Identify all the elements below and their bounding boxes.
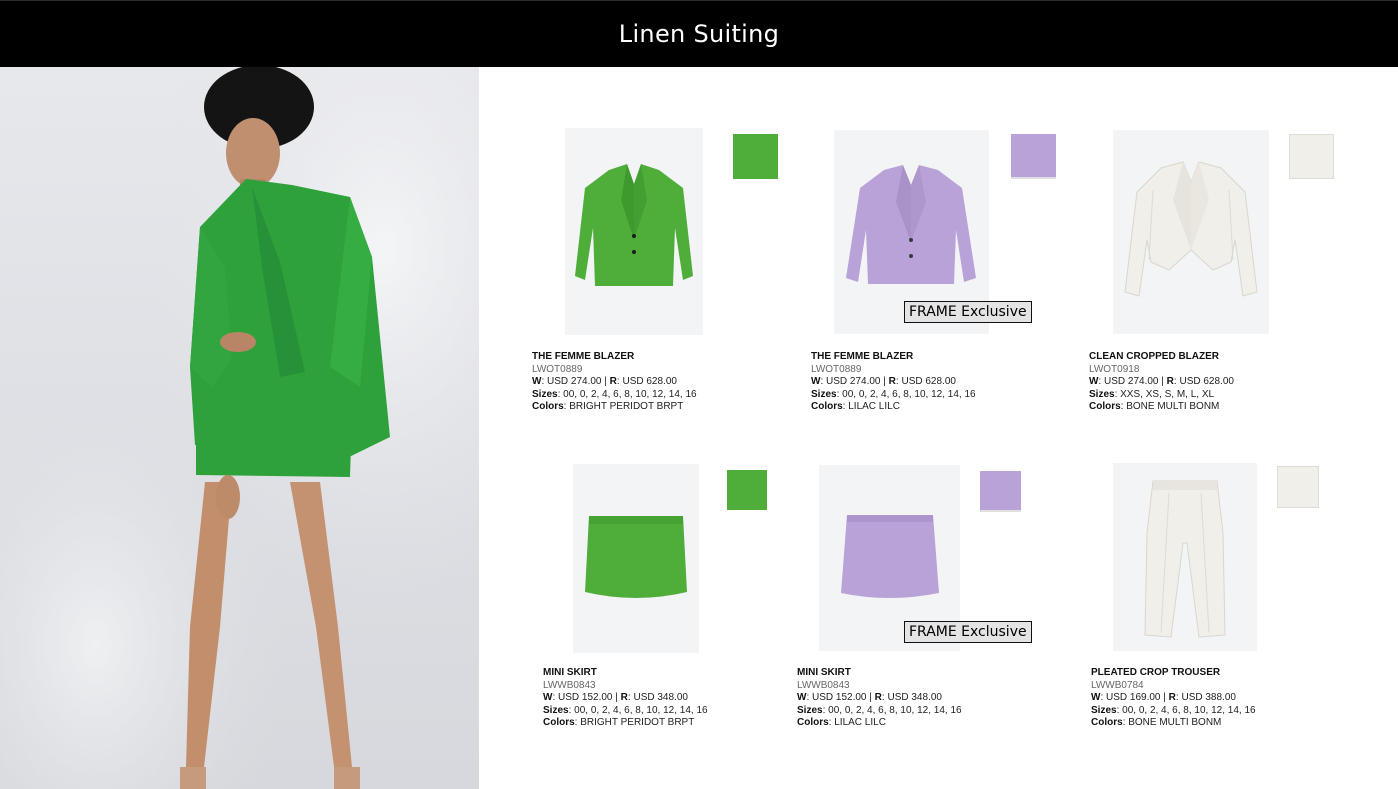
product-info: CLEAN CROPPED BLAZER LWOT0918 W: USD 274… [1089,351,1234,414]
product-name[interactable]: THE FEMME BLAZER [532,351,697,364]
hero-model-image [0,67,479,789]
product-sizes: Sizes: XXS, XS, S, M, L, XL [1089,388,1215,400]
product-sku: LWWB0843 [543,679,596,691]
model-photo [0,67,479,789]
product-image[interactable] [573,464,699,653]
product-sizes: Sizes: 00, 0, 2, 4, 6, 8, 10, 12, 14, 16 [532,388,697,400]
cropped-blazer-icon [1124,161,1258,297]
page-title: Linen Suiting [618,20,780,48]
product-image[interactable] [1113,463,1257,651]
product-price: W: USD 274.00 | R: USD 628.00 [532,376,677,388]
product-sku: LWOT0889 [532,363,583,375]
product-sizes: Sizes: 00, 0, 2, 4, 6, 8, 10, 12, 14, 16 [543,704,708,716]
product-colors: Colors: BRIGHT PERIDOT BRPT [532,401,684,413]
product-colors: Colors: LILAC LILC [797,717,886,729]
color-swatch[interactable] [1011,134,1056,179]
product-sizes: Sizes: 00, 0, 2, 4, 6, 8, 10, 12, 14, 16 [797,704,962,716]
product-image[interactable] [1113,130,1269,334]
color-swatch[interactable] [1289,134,1334,179]
product-colors: Colors: BONE MULTI BONM [1091,717,1222,729]
product-colors: Colors: BONE MULTI BONM [1089,401,1220,413]
product-colors: Colors: BRIGHT PERIDOT BRPT [543,717,695,729]
color-swatch[interactable] [1277,466,1319,508]
product-price: W: USD 152.00 | R: USD 348.00 [797,692,942,704]
page-header: Linen Suiting [0,0,1398,67]
product-info: MINI SKIRT LWWB0843 W: USD 152.00 | R: U… [543,667,708,730]
exclusive-badge: FRAME Exclusive [904,621,1032,643]
product-name[interactable]: CLEAN CROPPED BLAZER [1089,351,1234,364]
product-name[interactable]: THE FEMME BLAZER [811,351,976,364]
product-price: W: USD 274.00 | R: USD 628.00 [811,376,956,388]
product-colors: Colors: LILAC LILC [811,401,900,413]
product-info: MINI SKIRT LWWB0843 W: USD 152.00 | R: U… [797,667,962,730]
product-info: PLEATED CROP TROUSER LWWB0784 W: USD 169… [1091,667,1256,730]
product-sku: LWOT0918 [1089,363,1140,375]
product-name[interactable]: PLEATED CROP TROUSER [1091,667,1256,680]
exclusive-badge: FRAME Exclusive [904,301,1032,323]
skirt-icon [585,516,687,598]
product-name[interactable]: MINI SKIRT [543,667,708,680]
trouser-icon [1144,480,1226,638]
blazer-icon [575,164,693,286]
color-swatch[interactable] [733,134,778,179]
product-info: THE FEMME BLAZER LWOT0889 W: USD 274.00 … [532,351,697,414]
product-sku: LWWB0843 [797,679,850,691]
product-price: W: USD 169.00 | R: USD 388.00 [1091,692,1236,704]
product-image[interactable] [565,128,703,335]
product-sku: LWOT0889 [811,363,862,375]
product-price: W: USD 152.00 | R: USD 348.00 [543,692,688,704]
product-info: THE FEMME BLAZER LWOT0889 W: USD 274.00 … [811,351,976,414]
product-sizes: Sizes: 00, 0, 2, 4, 6, 8, 10, 12, 14, 16 [811,388,976,400]
color-swatch[interactable] [980,471,1021,512]
product-price: W: USD 274.00 | R: USD 628.00 [1089,376,1234,388]
product-name[interactable]: MINI SKIRT [797,667,962,680]
product-sku: LWWB0784 [1091,679,1144,691]
product-grid: THE FEMME BLAZER LWOT0889 W: USD 274.00 … [479,67,1398,789]
color-swatch[interactable] [727,470,767,510]
product-sizes: Sizes: 00, 0, 2, 4, 6, 8, 10, 12, 14, 16 [1091,704,1256,716]
